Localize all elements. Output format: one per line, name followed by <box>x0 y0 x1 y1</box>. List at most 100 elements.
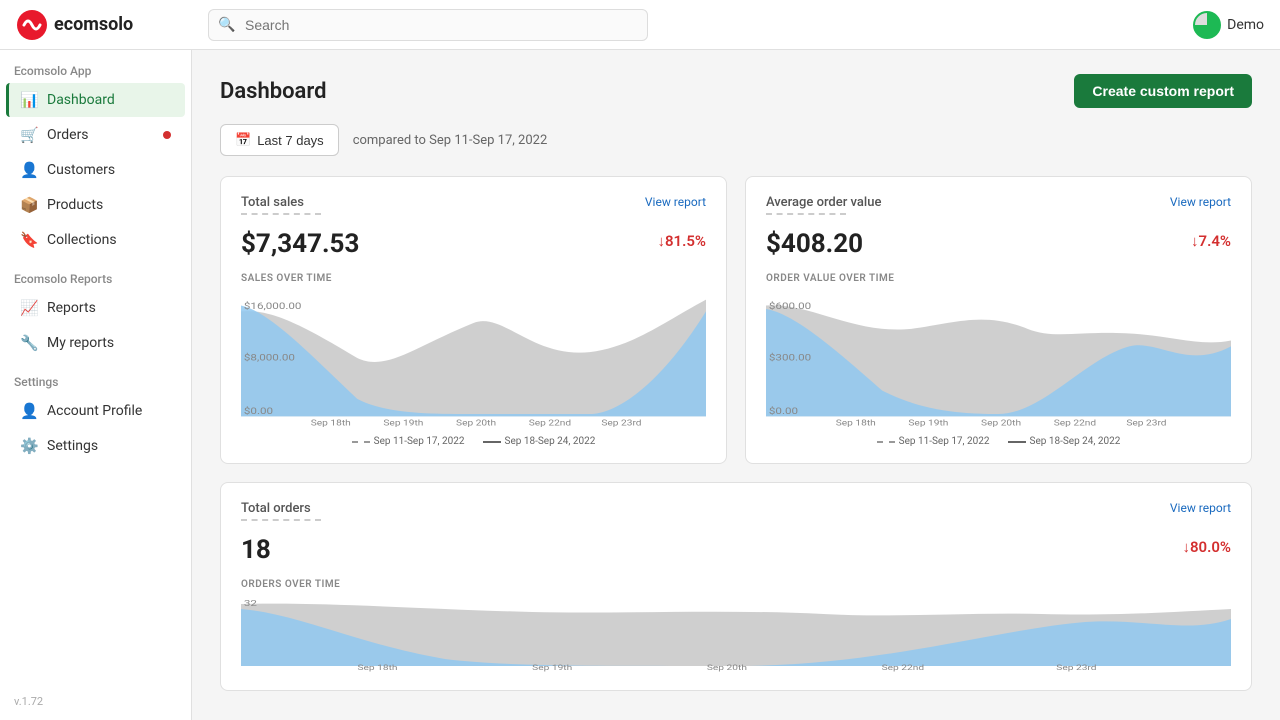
sidebar-label-collections: Collections <box>47 232 117 248</box>
collections-icon: 🔖 <box>20 231 38 249</box>
logo: ecomsolo <box>16 9 196 41</box>
dashboard-icon: 📊 <box>20 91 38 109</box>
total-orders-change: ↓80.0% <box>1182 538 1231 556</box>
svg-text:$600.00: $600.00 <box>769 300 811 312</box>
page-title: Dashboard <box>220 79 326 104</box>
svg-text:Sep 18th: Sep 18th <box>357 664 397 672</box>
total-sales-chart-label: SALES OVER TIME <box>241 273 706 284</box>
metric-cards-row: Total sales View report $7,347.53 ↓81.5%… <box>220 176 1252 464</box>
total-sales-title: Total sales <box>241 195 321 210</box>
sidebar-item-orders[interactable]: 🛒 Orders <box>6 118 185 152</box>
avg-order-change: ↓7.4% <box>1191 232 1231 250</box>
search-bar[interactable]: 🔍 <box>208 9 648 41</box>
search-input[interactable] <box>208 9 648 41</box>
total-sales-view-report[interactable]: View report <box>645 195 706 209</box>
account-icon: 👤 <box>20 402 38 420</box>
total-orders-chart-label: ORDERS OVER TIME <box>241 579 1231 590</box>
sidebar-section-reports-label: Ecomsolo Reports <box>0 258 191 290</box>
avg-order-value: $408.20 <box>766 229 863 259</box>
svg-text:$0.00: $0.00 <box>244 405 273 417</box>
avg-order-underline <box>766 213 846 215</box>
legend2-label: Sep 18-Sep 24, 2022 <box>505 436 596 447</box>
svg-text:Sep 19th: Sep 19th <box>532 664 572 672</box>
logo-icon <box>16 9 48 41</box>
total-orders-view-report[interactable]: View report <box>1170 501 1231 515</box>
sidebar-item-collections[interactable]: 🔖 Collections <box>6 223 185 257</box>
user-avatar <box>1193 11 1221 39</box>
avg-legend2-label: Sep 18-Sep 24, 2022 <box>1030 436 1121 447</box>
user-menu[interactable]: Demo <box>1193 11 1264 39</box>
legend1-label: Sep 11-Sep 17, 2022 <box>374 436 465 447</box>
settings-icon: ⚙️ <box>20 437 38 455</box>
avg-order-title: Average order value <box>766 195 881 210</box>
date-range-button[interactable]: 📅 Last 7 days <box>220 124 339 156</box>
sidebar-label-reports: Reports <box>47 300 96 316</box>
svg-text:Sep 20th: Sep 20th <box>456 419 496 428</box>
avg-order-value-card: Average order value View report $408.20 … <box>745 176 1252 464</box>
sidebar-item-reports[interactable]: 📈 Reports <box>6 291 185 325</box>
total-sales-card: Total sales View report $7,347.53 ↓81.5%… <box>220 176 727 464</box>
sidebar-item-dashboard[interactable]: 📊 Dashboard <box>6 83 185 117</box>
sidebar-label-customers: Customers <box>47 162 115 178</box>
total-sales-chart: $16,000.00 $8,000.00 $0.00 Sep 18th Sep … <box>241 288 706 428</box>
avg-order-legend: Sep 11-Sep 17, 2022 Sep 18-Sep 24, 2022 <box>766 436 1231 447</box>
sidebar-item-products[interactable]: 📦 Products <box>6 188 185 222</box>
sidebar-label-settings: Settings <box>47 438 98 454</box>
total-orders-header: Total orders View report <box>241 501 1231 521</box>
orders-notification-dot <box>163 131 171 139</box>
topbar: ecomsolo 🔍 Demo <box>0 0 1280 50</box>
total-sales-underline <box>241 213 321 215</box>
svg-text:Sep 19th: Sep 19th <box>383 419 423 428</box>
total-orders-underline <box>241 519 321 521</box>
avg-order-chart: $600.00 $300.00 $0.00 Sep 18th Sep 19th … <box>766 288 1231 428</box>
svg-text:$16,000.00: $16,000.00 <box>244 300 302 312</box>
orders-icon: 🛒 <box>20 126 38 144</box>
sidebar-item-my-reports[interactable]: 🔧 My reports <box>6 326 185 360</box>
sidebar-item-settings[interactable]: ⚙️ Settings <box>6 429 185 463</box>
page-header: Dashboard Create custom report <box>220 74 1252 108</box>
svg-text:Sep 19th: Sep 19th <box>908 419 948 428</box>
total-sales-header: Total sales View report <box>241 195 706 215</box>
svg-text:32: 32 <box>244 600 258 609</box>
logo-text: ecomsolo <box>54 14 133 35</box>
sidebar: Ecomsolo App 📊 Dashboard 🛒 Orders 👤 Cust… <box>0 50 192 720</box>
legend-solid-icon2 <box>1008 441 1026 443</box>
total-orders-value: 18 <box>241 535 271 565</box>
sidebar-section-app-label: Ecomsolo App <box>0 50 191 82</box>
create-custom-report-button[interactable]: Create custom report <box>1074 74 1252 108</box>
sidebar-label-orders: Orders <box>47 127 89 143</box>
avg-legend1-label: Sep 11-Sep 17, 2022 <box>899 436 990 447</box>
svg-text:$8,000.00: $8,000.00 <box>244 351 295 363</box>
total-sales-value: $7,347.53 <box>241 229 359 259</box>
avg-order-view-report[interactable]: View report <box>1170 195 1231 209</box>
avg-order-header: Average order value View report <box>766 195 1231 215</box>
svg-text:Sep 23rd: Sep 23rd <box>1126 419 1166 428</box>
total-sales-change: ↓81.5% <box>657 232 706 250</box>
svg-text:Sep 23rd: Sep 23rd <box>1056 664 1096 672</box>
sidebar-label-dashboard: Dashboard <box>47 92 115 108</box>
sidebar-footer: v.1.72 <box>0 683 191 720</box>
products-icon: 📦 <box>20 196 38 214</box>
legend-dashed-icon <box>352 441 370 443</box>
svg-text:Sep 18th: Sep 18th <box>311 419 351 428</box>
topbar-right: Demo <box>1193 11 1264 39</box>
sidebar-item-customers[interactable]: 👤 Customers <box>6 153 185 187</box>
sidebar-section-reports: Ecomsolo Reports 📈 Reports 🔧 My reports <box>0 258 191 361</box>
sidebar-section-settings: Settings 👤 Account Profile ⚙️ Settings <box>0 361 191 464</box>
date-filter-row: 📅 Last 7 days compared to Sep 11-Sep 17,… <box>220 124 1252 156</box>
legend-solid-icon <box>483 441 501 443</box>
calendar-icon: 📅 <box>235 132 251 148</box>
svg-text:Sep 22nd: Sep 22nd <box>1054 419 1096 428</box>
avg-order-chart-label: ORDER VALUE OVER TIME <box>766 273 1231 284</box>
main-content: Dashboard Create custom report 📅 Last 7 … <box>192 50 1280 720</box>
user-name: Demo <box>1227 17 1264 33</box>
app-body: Ecomsolo App 📊 Dashboard 🛒 Orders 👤 Cust… <box>0 50 1280 720</box>
svg-text:$300.00: $300.00 <box>769 351 811 363</box>
compared-text: compared to Sep 11-Sep 17, 2022 <box>353 133 548 148</box>
reports-icon: 📈 <box>20 299 38 317</box>
svg-text:Sep 20th: Sep 20th <box>707 664 747 672</box>
sidebar-item-account-profile[interactable]: 👤 Account Profile <box>6 394 185 428</box>
search-icon: 🔍 <box>218 17 235 33</box>
total-sales-legend: Sep 11-Sep 17, 2022 Sep 18-Sep 24, 2022 <box>241 436 706 447</box>
sidebar-label-my-reports: My reports <box>47 335 114 351</box>
